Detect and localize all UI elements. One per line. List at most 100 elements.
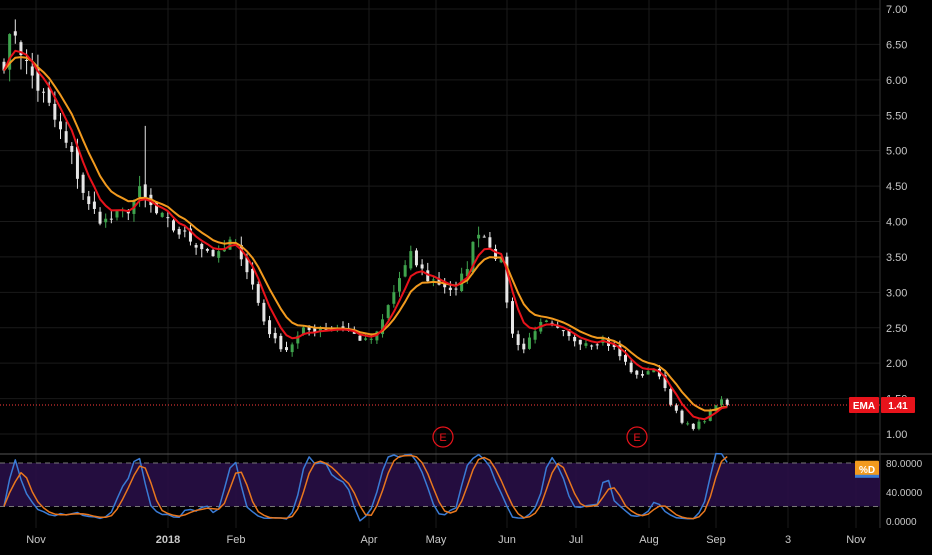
candle-body (183, 230, 187, 232)
candle-body (646, 371, 650, 375)
candle-body (403, 265, 407, 277)
candle-body (691, 423, 695, 429)
candle-body (511, 301, 514, 334)
candle-body (268, 320, 272, 335)
time-tick-label: Jul (569, 534, 583, 546)
candle-body (392, 292, 396, 304)
candle-body (59, 121, 62, 130)
candle-body (516, 334, 520, 346)
stoch-d-badge: %D (855, 460, 879, 478)
time-tick-label: Feb (227, 534, 246, 546)
candle[interactable] (414, 248, 418, 268)
time-tick-label: 3 (785, 534, 791, 546)
price-tick-label: 3.00 (886, 287, 907, 299)
stoch-tick-label: 0.0000 (886, 517, 917, 528)
price-tick-label: 6.00 (886, 75, 907, 87)
event-marker-label: E (439, 432, 446, 444)
candle[interactable] (680, 409, 684, 425)
candle-body (697, 421, 701, 429)
candle-body (578, 339, 582, 345)
price-tick-label: 6.50 (886, 39, 907, 51)
price-tick-label: 7.00 (886, 4, 907, 16)
candle-body (92, 201, 96, 209)
candle-body (533, 331, 537, 340)
candle-body (595, 344, 599, 346)
candle-body (629, 362, 633, 373)
candle-body (251, 268, 255, 285)
price-tick-label: 3.50 (886, 252, 907, 264)
candle-body (488, 237, 492, 248)
candle-body (273, 332, 277, 339)
candle-body (200, 243, 204, 250)
candle-body (364, 338, 368, 340)
candle-body (211, 250, 215, 257)
time-tick-label: Sep (706, 534, 726, 546)
candle-body (448, 287, 452, 291)
candle-body (143, 184, 147, 198)
candle-body (205, 249, 209, 251)
candle-body (98, 211, 102, 224)
price-tick-label: 5.50 (886, 110, 907, 122)
time-tick-label: Aug (639, 534, 659, 546)
candle-body (386, 305, 390, 318)
candle-body (285, 347, 288, 351)
candle[interactable] (669, 386, 673, 407)
candle[interactable] (511, 297, 514, 338)
candle-body (228, 239, 232, 250)
price-tick-label: 5.00 (886, 146, 907, 158)
candle[interactable] (262, 299, 266, 326)
candle-body (262, 302, 266, 322)
candle-body (177, 229, 181, 235)
chart-svg[interactable]: 7.00 6.50 6.00 5.50 5.00 4.50 4.00 3.50 3.00 2.50… (0, 0, 932, 550)
candle[interactable] (279, 333, 283, 352)
stoch-tick-label: 80.0000 (886, 459, 923, 470)
ema-badge: EMA 1.41 (849, 396, 915, 413)
candle-body (172, 220, 175, 231)
candle-body (522, 343, 526, 350)
candle-body (680, 410, 684, 423)
candle-body (640, 374, 644, 376)
price-tick-label: 2.00 (886, 358, 907, 370)
candle-body (64, 131, 68, 143)
candle[interactable] (505, 252, 509, 309)
candle-body (369, 338, 373, 340)
candle-body (30, 66, 34, 76)
candle-body (42, 91, 46, 93)
candle-body (477, 234, 481, 239)
candle-body (573, 336, 577, 342)
candle-body (53, 103, 57, 120)
candle-body (166, 217, 170, 219)
candle-body (409, 251, 413, 269)
candle-body (358, 335, 362, 341)
candle-body (115, 210, 119, 218)
candle-body (624, 355, 627, 362)
candle-body (584, 343, 588, 346)
time-tick-label: May (426, 534, 447, 546)
candle-body (431, 279, 435, 281)
price-tick-label: 2.50 (886, 323, 907, 335)
candle-body (290, 344, 294, 353)
time-tick-label: Nov (846, 534, 866, 546)
candle-body (635, 370, 639, 375)
candle-body (482, 236, 486, 238)
candle-body (703, 421, 707, 423)
candle-body (217, 251, 221, 258)
candle-body (590, 345, 594, 347)
candle[interactable] (386, 304, 390, 321)
candle-body (720, 399, 724, 405)
candle[interactable] (172, 219, 175, 233)
ema-badge-value: 1.41 (888, 401, 908, 412)
candle-body (279, 335, 283, 350)
time-tick-label: Nov (26, 534, 46, 546)
candle-body (686, 423, 690, 425)
candle[interactable] (256, 281, 260, 306)
candle-body (109, 218, 113, 220)
candle-body (13, 31, 17, 36)
candle-body (414, 250, 418, 266)
candle-body (25, 59, 29, 61)
candle-body (544, 320, 548, 322)
candle-body (454, 288, 458, 290)
event-marker-label: E (633, 432, 640, 444)
chart[interactable]: 7.00 6.50 6.00 5.50 5.00 4.50 4.00 3.50 3.00 2.50… (0, 0, 932, 550)
time-tick-label: 2018 (156, 534, 180, 546)
